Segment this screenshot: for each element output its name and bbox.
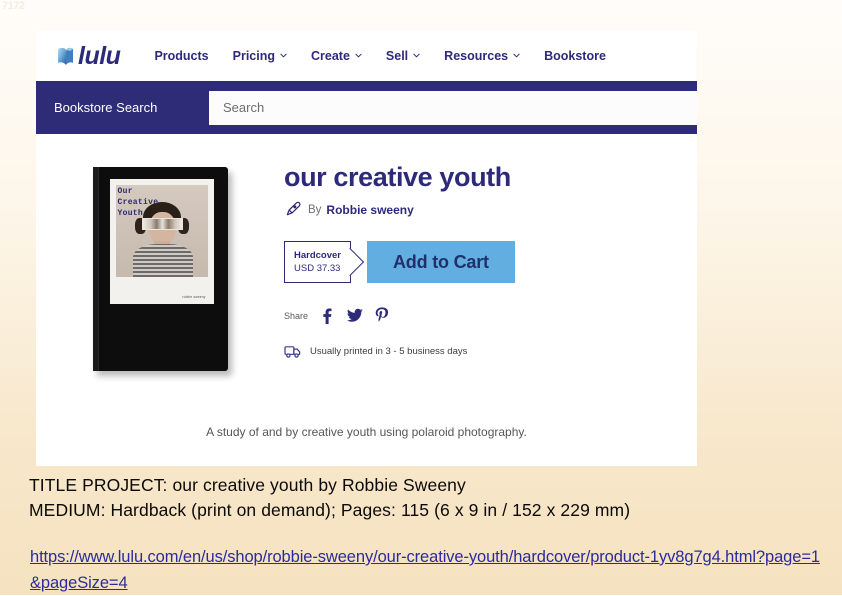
caption-block: TITLE PROJECT: our creative youth by Rob… xyxy=(29,473,630,523)
author-byline: By Robbie sweeny xyxy=(284,201,673,218)
nav-label: Sell xyxy=(385,49,409,63)
open-book-icon xyxy=(56,46,75,67)
product-url-link[interactable]: https://www.lulu.com/en/us/shop/robbie-s… xyxy=(30,548,820,592)
nav-label: Products xyxy=(154,49,209,63)
format-name: Hardcover xyxy=(294,250,341,261)
lulu-logo[interactable]: lulu xyxy=(56,41,121,70)
top-left-artifact: 7172 xyxy=(2,0,25,12)
nav-label: Create xyxy=(311,49,350,63)
nav-label: Pricing xyxy=(232,49,275,63)
nav-label: Bookstore xyxy=(544,49,606,63)
add-to-cart-button[interactable]: Add to Cart xyxy=(367,241,515,283)
caption-line-title: TITLE PROJECT: our creative youth by Rob… xyxy=(29,475,466,495)
nav-item-products[interactable]: Products xyxy=(154,49,208,63)
page-title: our creative youth xyxy=(284,162,511,192)
share-row: Share xyxy=(284,307,673,324)
chevron-down-icon xyxy=(513,52,520,59)
format-price: USD 37.33 xyxy=(294,263,341,274)
search-input[interactable] xyxy=(209,90,697,125)
twitter-icon[interactable] xyxy=(346,308,364,324)
source-url-block: https://www.lulu.com/en/us/shop/robbie-s… xyxy=(30,544,820,596)
nav-item-bookstore[interactable]: Bookstore xyxy=(544,49,606,63)
nav-item-sell[interactable]: Sell xyxy=(386,49,420,63)
site-header: lulu Products Pricing Create Sell Resour… xyxy=(36,31,697,81)
photo-eye-strip xyxy=(141,218,183,230)
book-cover-column: robbie sweeny Our Creative Youth xyxy=(36,164,284,371)
logo-wordmark: lulu xyxy=(78,41,121,70)
cover-photo-credit: robbie sweeny xyxy=(182,295,206,299)
chevron-down-icon xyxy=(413,52,420,59)
nav-label: Resources xyxy=(444,49,509,63)
book-cover-image[interactable]: robbie sweeny Our Creative Youth xyxy=(92,167,228,371)
facebook-icon[interactable] xyxy=(319,308,334,324)
pen-icon xyxy=(284,201,301,218)
pinterest-icon[interactable] xyxy=(375,307,389,324)
delivery-truck-icon xyxy=(284,344,301,359)
nav-item-create[interactable]: Create xyxy=(311,49,362,63)
nav-item-pricing[interactable]: Pricing xyxy=(233,49,287,63)
chevron-down-icon xyxy=(355,52,362,59)
bookstore-search-label: Bookstore Search xyxy=(54,100,158,115)
chevron-down-icon xyxy=(280,52,287,59)
product-description: A study of and by creative youth using p… xyxy=(206,425,527,439)
main-navigation: Products Pricing Create Sell Resources B… xyxy=(154,49,630,63)
bookstore-search-bar: Bookstore Search xyxy=(36,81,697,134)
product-detail: robbie sweeny Our Creative Youth our cre… xyxy=(36,134,697,371)
nav-item-resources[interactable]: Resources xyxy=(444,49,520,63)
share-label: Share xyxy=(284,310,309,321)
product-info-column: our creative youth By Robbie sweeny Hard… xyxy=(284,164,697,371)
author-link[interactable]: Robbie sweeny xyxy=(326,203,413,217)
format-selector[interactable]: Hardcover USD 37.33 xyxy=(284,241,351,283)
purchase-row: Hardcover USD 37.33 Add to Cart xyxy=(284,241,673,283)
caption-line-medium: MEDIUM: Hardback (print on demand); Page… xyxy=(29,500,631,520)
cover-title-text: Our Creative Youth xyxy=(117,187,159,218)
book-spine xyxy=(92,167,99,371)
lulu-product-page-card: lulu Products Pricing Create Sell Resour… xyxy=(36,31,697,466)
shipping-text: Usually printed in 3 - 5 business days xyxy=(310,346,468,357)
shipping-info: Usually printed in 3 - 5 business days xyxy=(284,344,673,359)
photo-striped-shirt xyxy=(132,244,193,277)
by-label: By xyxy=(308,203,322,216)
